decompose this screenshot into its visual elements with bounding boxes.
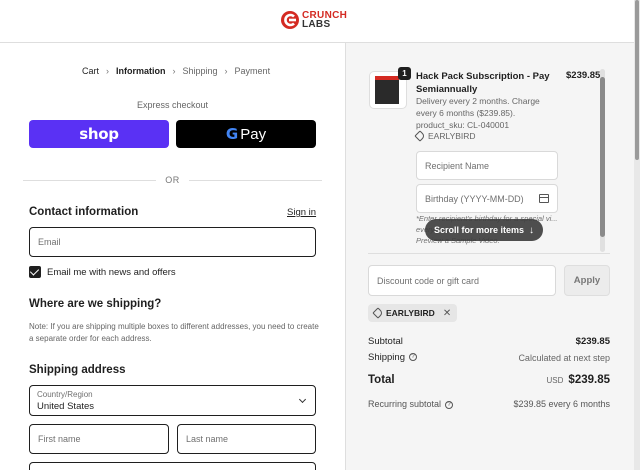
checkout-form-panel: Cart › Information › Shipping › Payment … <box>0 43 345 470</box>
total-value: $239.85 <box>568 374 610 386</box>
shipping-address-heading: Shipping address <box>29 364 126 376</box>
crunchlabs-logo[interactable]: CRUNCH LABS <box>280 10 347 30</box>
first-name-input[interactable]: First name <box>29 424 169 454</box>
express-checkout-label: Express checkout <box>136 100 209 110</box>
total-row: Total USD $239.85 <box>368 374 610 386</box>
chevron-right-icon: › <box>106 66 110 76</box>
chevron-down-icon <box>298 395 307 404</box>
page-scrollbar-thumb[interactable] <box>635 0 639 160</box>
product-title: Hack Pack Subscription - Pay Semiannuall… <box>416 71 550 95</box>
newsletter-label: Email me with news and offers <box>47 266 176 278</box>
breadcrumb-information: Information <box>116 66 166 76</box>
site-header: CRUNCH LABS <box>0 0 640 43</box>
subtotal-value: $239.85 <box>575 336 610 347</box>
cart-items-scrollbar[interactable] <box>600 69 605 252</box>
calendar-icon[interactable] <box>539 194 549 203</box>
last-name-placeholder: Last name <box>186 434 229 444</box>
arrow-down-icon: ↓ <box>529 224 535 236</box>
shop-pay-button[interactable]: shop <box>29 120 169 148</box>
product-description: Delivery every 2 months. Charge every 6 … <box>416 96 540 118</box>
breadcrumb-shipping: Shipping <box>182 66 218 76</box>
contact-heading: Contact information <box>29 206 139 218</box>
shipping-row: Shipping? Calculated at next step <box>368 352 610 363</box>
remove-discount-icon[interactable]: ✕ <box>443 308 451 319</box>
scrollbar-thumb[interactable] <box>600 77 605 237</box>
google-g-icon: G <box>226 125 238 143</box>
newsletter-checkbox-row[interactable]: Email me with news and offers <box>29 266 176 278</box>
tag-icon <box>372 307 384 319</box>
email-input[interactable]: Email <box>29 227 316 257</box>
order-summary-panel: 1 Hack Pack Subscription - Pay Semiannua… <box>345 43 640 470</box>
or-divider: OR <box>23 174 322 186</box>
product-price: $239.85 <box>566 70 601 81</box>
shipping-label: Shipping <box>368 352 405 363</box>
recipient-name-input[interactable]: Recipient Name <box>416 151 558 180</box>
google-pay-label: Pay <box>240 125 267 143</box>
applied-discount-code: EARLYBIRD <box>386 308 435 318</box>
quantity-badge: 1 <box>398 67 411 80</box>
breadcrumb-cart[interactable]: Cart <box>82 66 99 76</box>
applied-discount-chip: EARLYBIRD ✕ <box>368 304 458 322</box>
country-label: Country/Region <box>37 390 93 399</box>
birthday-input[interactable]: Birthday (YYYY-MM-DD) <box>416 184 558 213</box>
logo-wordmark: CRUNCH LABS <box>302 11 347 30</box>
sign-in-link[interactable]: Sign in <box>287 207 316 218</box>
recurring-subtotal-row: Recurring subtotal? $239.85 every 6 mont… <box>368 399 610 409</box>
divider-line-right <box>189 180 322 181</box>
info-icon[interactable]: ? <box>445 400 454 409</box>
crunchlabs-logo-icon <box>280 10 300 30</box>
google-g-glyph: G <box>225 125 239 143</box>
product-box <box>375 80 399 104</box>
breadcrumb-payment: Payment <box>234 66 271 76</box>
info-icon[interactable]: ? <box>408 353 417 362</box>
subtotal-row: Subtotal $239.85 <box>368 336 610 347</box>
page-scrollbar[interactable] <box>634 0 640 470</box>
chevron-right-icon: › <box>172 66 176 76</box>
cart-divider <box>368 253 610 254</box>
email-placeholder: Email <box>38 237 61 247</box>
recipient-placeholder: Recipient Name <box>425 160 490 171</box>
birthday-placeholder: Birthday (YYYY-MM-DD) <box>425 193 524 204</box>
total-currency: USD <box>546 376 564 385</box>
scroll-pill-label: Scroll for more items <box>433 225 525 235</box>
discount-placeholder: Discount code or gift card <box>377 275 480 286</box>
product-discount: EARLYBIRD <box>414 130 476 142</box>
product-sku: product_sku: CL-040001 <box>416 120 510 130</box>
shipping-note: Note: If you are shipping multiple boxes… <box>29 322 319 343</box>
country-select[interactable]: Country/Region United States <box>29 385 316 416</box>
shipping-value: Calculated at next step <box>518 352 610 363</box>
logo-line-2: LABS <box>302 19 331 30</box>
total-label: Total <box>368 374 395 386</box>
scroll-for-more-button[interactable]: Scroll for more items ↓ <box>425 219 543 241</box>
shop-pay-label: shop <box>79 125 119 143</box>
recurring-value: $239.85 every 6 months <box>513 399 610 409</box>
tag-icon <box>414 130 426 142</box>
google-pay-button[interactable]: G Pay <box>176 120 316 148</box>
country-value: United States <box>37 401 95 412</box>
shipping-question-heading: Where are we shipping? <box>29 298 162 310</box>
recurring-label: Recurring subtotal <box>368 399 442 409</box>
first-name-placeholder: First name <box>38 434 81 444</box>
discount-code-input[interactable]: Discount code or gift card <box>368 265 556 296</box>
chevron-right-icon: › <box>224 66 228 76</box>
breadcrumb: Cart › Information › Shipping › Payment <box>82 66 270 76</box>
address-input[interactable] <box>29 462 316 470</box>
last-name-input[interactable]: Last name <box>177 424 316 454</box>
newsletter-checkbox[interactable] <box>29 266 41 278</box>
subtotal-label: Subtotal <box>368 336 403 347</box>
product-discount-code: EARLYBIRD <box>428 131 476 141</box>
apply-discount-button[interactable]: Apply <box>564 265 610 296</box>
